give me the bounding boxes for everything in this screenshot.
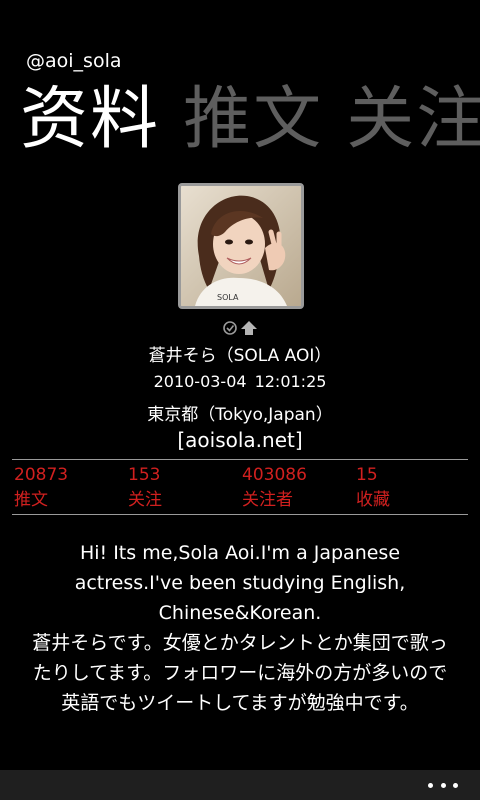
stat-tweets-label: 推文 xyxy=(14,490,48,510)
stat-following-label: 关注 xyxy=(128,490,162,510)
pivot-tab-following[interactable]: 关注 xyxy=(346,78,480,162)
dot xyxy=(440,782,446,788)
stat-favorites[interactable]: 15 收藏 xyxy=(356,463,466,513)
bio-english: Hi! Its me,Sola Aoi.I'm a Japanese actre… xyxy=(74,542,406,624)
stat-tweets-count: 20873 xyxy=(14,465,69,485)
pivot-tab-profile[interactable]: 资料 xyxy=(20,78,160,162)
dot xyxy=(453,782,458,788)
up-arrow-icon xyxy=(241,321,257,335)
location: 東京都（Tokyo,Japan） xyxy=(147,405,333,425)
join-time: 12:01:25 xyxy=(254,372,327,391)
stat-favorites-count: 15 xyxy=(356,465,378,485)
svg-text:SOLA: SOLA xyxy=(217,293,239,302)
stat-following[interactable]: 153 关注 xyxy=(128,463,238,513)
stat-following-count: 153 xyxy=(128,465,161,485)
stat-favorites-label: 收藏 xyxy=(356,490,390,510)
verified-check-icon xyxy=(223,321,237,335)
status-icons xyxy=(222,319,262,337)
display-name: 蒼井そら（SOLA AOI） xyxy=(148,346,332,366)
bio: Hi! Its me,Sola Aoi.I'm a Japanese actre… xyxy=(24,538,456,718)
profile-screen: @aoi_sola 资料 推文 关注 SOLA 蒼井そら（SOLA AOI） 2… xyxy=(0,0,480,800)
stat-followers-count: 403086 xyxy=(242,465,307,485)
pivot-tab-tweets[interactable]: 推文 xyxy=(183,78,323,162)
stat-followers-label: 关注者 xyxy=(242,490,293,510)
ellipsis-icon[interactable] xyxy=(428,778,458,792)
join-datetime: 2010-03-04 12:01:25 xyxy=(0,372,480,391)
join-date: 2010-03-04 xyxy=(153,372,247,391)
dot xyxy=(428,782,433,788)
avatar-image: SOLA xyxy=(181,186,301,306)
stat-followers[interactable]: 403086 关注者 xyxy=(242,463,352,513)
bio-japanese: 蒼井そらです。女優とかタレントとか集団で歌ったりしてます。フォロワーに海外の方が… xyxy=(32,632,448,714)
website-link[interactable]: [aoisola.net] xyxy=(0,428,480,452)
account-handle: @aoi_sola xyxy=(26,50,122,72)
divider-bottom xyxy=(12,514,468,515)
application-bar xyxy=(0,770,480,800)
avatar[interactable]: SOLA xyxy=(178,183,304,309)
divider-top xyxy=(12,459,468,460)
stat-tweets[interactable]: 20873 推文 xyxy=(14,463,124,513)
pivot-header: 资料 推文 关注 xyxy=(20,78,480,168)
